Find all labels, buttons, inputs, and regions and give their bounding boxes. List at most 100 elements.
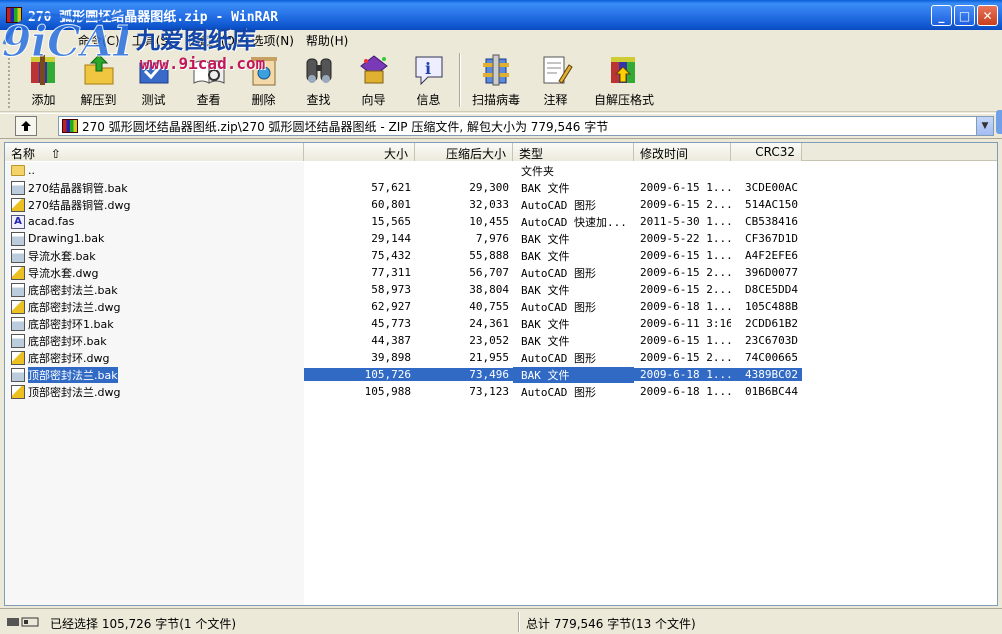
file-name-cell[interactable]: 270结晶器铜管.bak xyxy=(5,180,304,196)
menu-tools[interactable]: 工具(S) xyxy=(126,32,179,49)
file-packed-size: 29,300 xyxy=(469,181,509,194)
toolbar-separator xyxy=(459,53,461,107)
file-row[interactable]: 底部密封法兰.bak 58,973 38,804 BAK 文件 2009-6-15 2.… xyxy=(5,281,997,298)
file-modified: 2009-6-18 1... xyxy=(634,368,731,381)
file-name-cell[interactable]: 顶部密封法兰.bak xyxy=(5,366,304,383)
file-name-cell[interactable]: .. xyxy=(5,164,304,177)
file-modified: 2009-6-15 2... xyxy=(640,198,731,211)
extract-to-button[interactable]: 解压到 xyxy=(71,50,126,110)
file-name: 底部密封环.bak xyxy=(28,334,107,348)
file-name-cell[interactable]: Aacad.fas xyxy=(5,214,304,229)
column-header-size[interactable]: 大小 xyxy=(304,143,415,161)
file-size: 57,621 xyxy=(371,181,411,194)
file-modified: 2009-6-15 1... xyxy=(640,249,731,262)
file-packed-size: 40,755 xyxy=(469,300,509,313)
view-button[interactable]: 查看 xyxy=(181,50,236,110)
file-row[interactable]: 顶部密封法兰.bak 105,726 73,496 BAK 文件 2009-6-18 1… xyxy=(5,366,997,383)
file-type: AutoCAD 图形 xyxy=(521,351,596,365)
file-row[interactable]: 底部密封环.dwg 39,898 21,955 AutoCAD 图形 2009-6-15… xyxy=(5,349,997,366)
file-name-cell[interactable]: 导流水套.dwg xyxy=(5,265,304,281)
minimize-button[interactable]: _ xyxy=(931,5,952,26)
menu-options[interactable]: 选项(N) xyxy=(246,32,300,49)
delete-button[interactable]: 删除 xyxy=(236,50,291,110)
file-crc: 514AC150 xyxy=(745,198,798,211)
comment-button[interactable]: 注释 xyxy=(528,50,583,110)
column-name-label: 名称 xyxy=(11,147,36,161)
file-list[interactable]: 名称 ⇧ 大小 压缩后大小 类型 修改时间 CRC32 .. 文件夹 270结晶器铜… xyxy=(4,142,998,606)
file-row[interactable]: 底部密封环.bak 44,387 23,052 BAK 文件 2009-6-15 1..… xyxy=(5,332,997,349)
info-button[interactable]: i 信息 xyxy=(401,50,456,110)
file-packed-size: 23,052 xyxy=(469,334,509,347)
file-row[interactable]: 270结晶器铜管.dwg 60,801 32,033 AutoCAD 图形 2009-6… xyxy=(5,196,997,213)
column-header-name[interactable]: 名称 ⇧ xyxy=(5,143,304,161)
file-name-cell[interactable]: 底部密封环.dwg xyxy=(5,350,304,366)
file-name-cell[interactable]: 270结晶器铜管.dwg xyxy=(5,197,304,213)
file-name: 导流水套.bak xyxy=(28,249,96,263)
bak-file-icon xyxy=(11,180,25,195)
toolbar-grip[interactable] xyxy=(8,54,12,108)
file-row[interactable]: 导流水套.dwg 77,311 56,707 AutoCAD 图形 2009-6-15 … xyxy=(5,264,997,281)
winrar-app-icon[interactable] xyxy=(6,7,22,23)
file-name: 顶部密封法兰.dwg xyxy=(28,385,121,399)
file-name-cell[interactable]: 导流水套.bak xyxy=(5,248,304,264)
file-row[interactable]: Aacad.fas 15,565 10,455 AutoCAD 快速加... 2011-… xyxy=(5,213,997,230)
file-name-cell[interactable]: 顶部密封法兰.dwg xyxy=(5,384,304,400)
close-button[interactable]: ✕ xyxy=(977,5,998,26)
column-header-crc[interactable]: CRC32 xyxy=(731,143,802,161)
file-row[interactable]: 顶部密封法兰.dwg 105,988 73,123 AutoCAD 图形 2009-6-… xyxy=(5,383,997,400)
file-name: 底部密封环1.bak xyxy=(28,317,114,331)
file-row[interactable]: .. 文件夹 xyxy=(5,162,997,179)
file-packed-size: 32,033 xyxy=(469,198,509,211)
address-bar: 270 弧形圆坯结晶器图纸.zip\270 弧形圆坯结晶器图纸 - ZIP 压缩… xyxy=(0,113,1002,139)
menu-help[interactable]: 帮助(H) xyxy=(300,32,354,49)
file-crc: 01B6BC44 xyxy=(745,385,798,398)
column-header-modified[interactable]: 修改时间 xyxy=(634,143,731,161)
maximize-button[interactable]: □ xyxy=(954,5,975,26)
file-name-cell[interactable]: 底部密封法兰.dwg xyxy=(5,299,304,315)
file-packed-size: 21,955 xyxy=(469,351,509,364)
status-bar: 已经选择 105,726 字节(1 个文件) 总计 779,546 字节(13 … xyxy=(0,608,1002,634)
file-row[interactable]: 底部密封环1.bak 45,773 24,361 BAK 文件 2009-6-11 3:… xyxy=(5,315,997,332)
file-row[interactable]: Drawing1.bak 29,144 7,976 BAK 文件 2009-5-22 1… xyxy=(5,230,997,247)
menu-commands[interactable]: 命令(C) xyxy=(72,32,126,49)
status-total: 总计 779,546 字节(13 个文件) xyxy=(526,617,696,631)
virus-scan-button[interactable]: 扫描病毒 xyxy=(464,50,528,110)
add-button[interactable]: 添加 xyxy=(16,50,71,110)
column-header-type[interactable]: 类型 xyxy=(513,143,634,161)
file-type: BAK 文件 xyxy=(521,249,570,263)
title-bar[interactable]: 270 弧形圆坯结晶器图纸.zip - WinRAR _ □ ✕ xyxy=(0,0,1002,30)
toolbar: 添加 解压到 测试 查看 删除 查找 向导 i 信息 扫描病毒 注释 自解压格式 xyxy=(0,50,1002,112)
find-button[interactable]: 查找 xyxy=(291,50,346,110)
file-name-cell[interactable]: 底部密封环1.bak xyxy=(5,316,304,332)
file-name-cell[interactable]: 底部密封环.bak xyxy=(5,333,304,349)
file-size: 45,773 xyxy=(371,317,411,330)
file-name: 底部密封环.dwg xyxy=(28,351,110,365)
menu-bar: 命令(C) 工具(S) 收藏夹(O) 选项(N) 帮助(H) xyxy=(0,30,1002,50)
file-modified: 2009-5-22 1... xyxy=(640,232,731,245)
file-crc: CF367D1D xyxy=(745,232,798,245)
edge-tab[interactable] xyxy=(996,110,1002,134)
file-crc: 4389BC02 xyxy=(731,368,802,381)
file-row[interactable]: 导流水套.bak 75,432 55,888 BAK 文件 2009-6-15 1...… xyxy=(5,247,997,264)
file-name-cell[interactable]: Drawing1.bak xyxy=(5,231,304,246)
file-name-cell[interactable]: 底部密封法兰.bak xyxy=(5,282,304,298)
column-header-packed[interactable]: 压缩后大小 xyxy=(415,143,513,161)
folder-file-icon xyxy=(11,165,25,176)
test-button[interactable]: 测试 xyxy=(126,50,181,110)
add-label: 添加 xyxy=(31,93,56,107)
extract-to-icon xyxy=(81,52,117,88)
address-dropdown-button[interactable]: ▼ xyxy=(976,117,993,135)
menu-favorites[interactable]: 收藏夹(O) xyxy=(179,32,246,49)
address-field[interactable]: 270 弧形圆坯结晶器图纸.zip\270 弧形圆坯结晶器图纸 - ZIP 压缩… xyxy=(58,116,994,136)
sfx-button[interactable]: 自解压格式 xyxy=(583,50,665,110)
up-folder-button[interactable] xyxy=(15,116,37,136)
bak-file-icon xyxy=(11,248,25,263)
file-crc: 74C00665 xyxy=(745,351,798,364)
file-row[interactable]: 270结晶器铜管.bak 57,621 29,300 BAK 文件 2009-6-15 … xyxy=(5,179,997,196)
file-row[interactable]: 底部密封法兰.dwg 62,927 40,755 AutoCAD 图形 2009-6-1… xyxy=(5,298,997,315)
file-modified: 2009-6-18 1... xyxy=(640,385,731,398)
file-size: 29,144 xyxy=(371,232,411,245)
file-modified: 2009-6-15 1... xyxy=(640,181,731,194)
wizard-button[interactable]: 向导 xyxy=(346,50,401,110)
file-type: AutoCAD 快速加... xyxy=(521,215,627,229)
